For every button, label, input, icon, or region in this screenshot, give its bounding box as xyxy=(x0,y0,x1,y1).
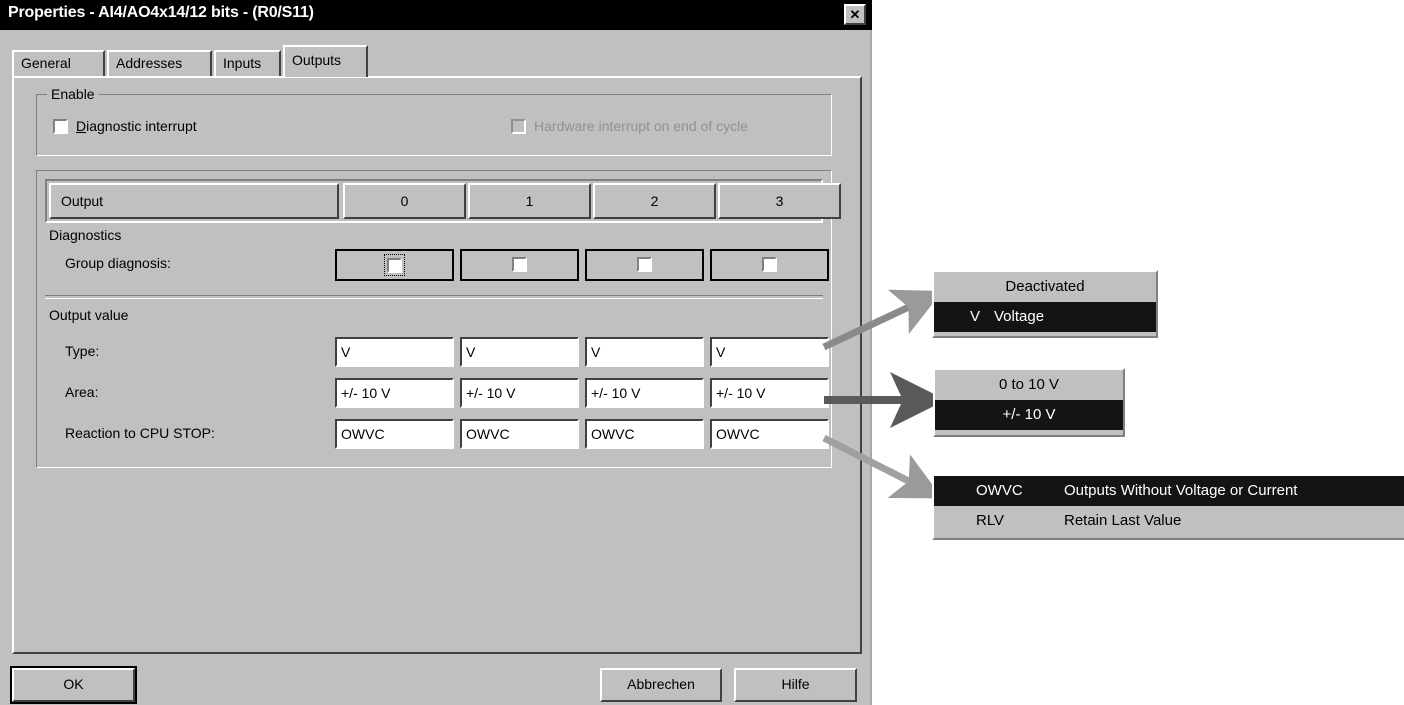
callout-reaction-option-owvc-code: OWVC xyxy=(976,482,1023,499)
group-diagnosis-checkbox-3[interactable] xyxy=(762,257,777,272)
callout-reaction-option-rlv-code: RLV xyxy=(976,512,1005,529)
window-title: Properties - AI4/AO4x14/12 bits - (R0/S1… xyxy=(8,4,314,21)
callout-type-options: Deactivated V Voltage xyxy=(932,270,1158,338)
callout-reaction-option-rlv[interactable]: RLV Retain Last Value xyxy=(934,506,1404,536)
callout-area-option-0to10v[interactable]: 0 to 10 V xyxy=(935,370,1123,400)
callout-type-option-voltage-text: Voltage xyxy=(994,308,1045,325)
tab-inputs[interactable]: Inputs xyxy=(214,50,281,77)
output-value-section-label: Output value xyxy=(49,307,129,323)
area-field-2[interactable]: +/- 10 V xyxy=(585,378,704,408)
reaction-field-1[interactable]: OWVC xyxy=(460,419,579,449)
tab-outputs[interactable]: Outputs xyxy=(283,45,368,77)
group-diagnosis-checkbox-0[interactable] xyxy=(387,258,402,274)
ok-button[interactable]: OK xyxy=(10,666,137,704)
area-field-1[interactable]: +/- 10 V xyxy=(460,378,579,408)
callout-reaction-options: OWVC Outputs Without Voltage or Current R… xyxy=(932,474,1404,540)
group-diagnosis-cell-2[interactable] xyxy=(585,249,704,281)
type-field-2[interactable]: V xyxy=(585,337,704,367)
diagnostic-interrupt-label-rest: iagnostic interrupt xyxy=(86,118,197,135)
tab-strip: General Addresses Inputs Outputs xyxy=(12,45,862,77)
group-diagnosis-checkbox-2[interactable] xyxy=(637,257,652,272)
group-diagnosis-cell-1[interactable] xyxy=(460,249,579,281)
group-diagnosis-cell-3[interactable] xyxy=(710,249,829,281)
output-column-header-0[interactable]: 0 xyxy=(343,183,466,219)
tab-addresses[interactable]: Addresses xyxy=(107,50,212,77)
output-column-header-3[interactable]: 3 xyxy=(718,183,841,219)
callout-area-option-pm10v[interactable]: +/- 10 V xyxy=(935,400,1123,430)
output-group: Output 0 1 2 3 Diagnostics Group diagnos… xyxy=(36,170,841,468)
output-column-header-1[interactable]: 1 xyxy=(468,183,591,219)
diagnostics-separator xyxy=(45,295,823,299)
callout-type-option-voltage-code: V xyxy=(970,308,981,325)
type-row-label: Type: xyxy=(65,343,100,359)
area-field-0[interactable]: +/- 10 V xyxy=(335,378,454,408)
type-field-0[interactable]: V xyxy=(335,337,454,367)
diagnostic-interrupt-mnemonic: D xyxy=(76,118,87,135)
help-button[interactable]: Hilfe xyxy=(734,668,857,702)
group-diagnosis-label: Group diagnosis: xyxy=(65,255,171,271)
callout-reaction-option-rlv-text: Retain Last Value xyxy=(1064,512,1182,529)
group-diagnosis-focus-ring-0 xyxy=(384,254,405,277)
cancel-button[interactable]: Abbrechen xyxy=(600,668,722,702)
type-field-1[interactable]: V xyxy=(460,337,579,367)
hardware-interrupt-label-rest: ardware interrupt on end of cycle xyxy=(544,118,749,135)
diagnostic-interrupt-checkbox-row[interactable]: Diagnostic interrupt xyxy=(53,117,197,134)
hardware-interrupt-checkbox xyxy=(511,118,526,134)
callout-type-option-voltage[interactable]: V Voltage xyxy=(934,302,1156,332)
type-field-3[interactable]: V xyxy=(710,337,829,367)
hardware-interrupt-checkbox-row: Hardware interrupt on end of cycle xyxy=(511,117,748,134)
output-header-label: Output xyxy=(49,183,339,219)
enable-group: Enable Diagnostic interrupt Hardware int… xyxy=(36,86,832,156)
tab-general[interactable]: General xyxy=(12,50,105,77)
area-row-label: Area: xyxy=(65,384,99,400)
callout-reaction-option-owvc[interactable]: OWVC Outputs Without Voltage or Current xyxy=(934,476,1404,506)
diagnostic-interrupt-checkbox[interactable] xyxy=(53,118,68,134)
reaction-row-label: Reaction to CPU STOP: xyxy=(65,425,215,441)
close-icon[interactable]: ✕ xyxy=(844,4,866,25)
diagnostic-interrupt-label: Diagnostic interrupt xyxy=(76,118,197,134)
reaction-field-2[interactable]: OWVC xyxy=(585,419,704,449)
reaction-field-0[interactable]: OWVC xyxy=(335,419,454,449)
title-bar: Properties - AI4/AO4x14/12 bits - (R0/S1… xyxy=(0,0,872,30)
group-diagnosis-cell-0[interactable] xyxy=(335,249,454,281)
reaction-field-3[interactable]: OWVC xyxy=(710,419,829,449)
callout-type-option-deactivated[interactable]: Deactivated xyxy=(934,272,1156,302)
callout-area-options: 0 to 10 V +/- 10 V xyxy=(933,368,1125,437)
group-diagnosis-checkbox-1[interactable] xyxy=(512,257,527,272)
diagnostics-section-label: Diagnostics xyxy=(49,227,122,243)
callout-reaction-option-owvc-text: Outputs Without Voltage or Current xyxy=(1064,482,1298,499)
output-column-header-2[interactable]: 2 xyxy=(593,183,716,219)
properties-dialog: Properties - AI4/AO4x14/12 bits - (R0/S1… xyxy=(0,0,872,705)
enable-group-legend: Enable xyxy=(47,86,99,102)
area-field-3[interactable]: +/- 10 V xyxy=(710,378,829,408)
hardware-interrupt-mnemonic: H xyxy=(534,118,545,135)
outputs-tab-panel: Enable Diagnostic interrupt Hardware int… xyxy=(12,76,862,654)
output-table-header: Output 0 1 2 3 xyxy=(45,179,841,223)
hardware-interrupt-label: Hardware interrupt on end of cycle xyxy=(534,118,748,134)
